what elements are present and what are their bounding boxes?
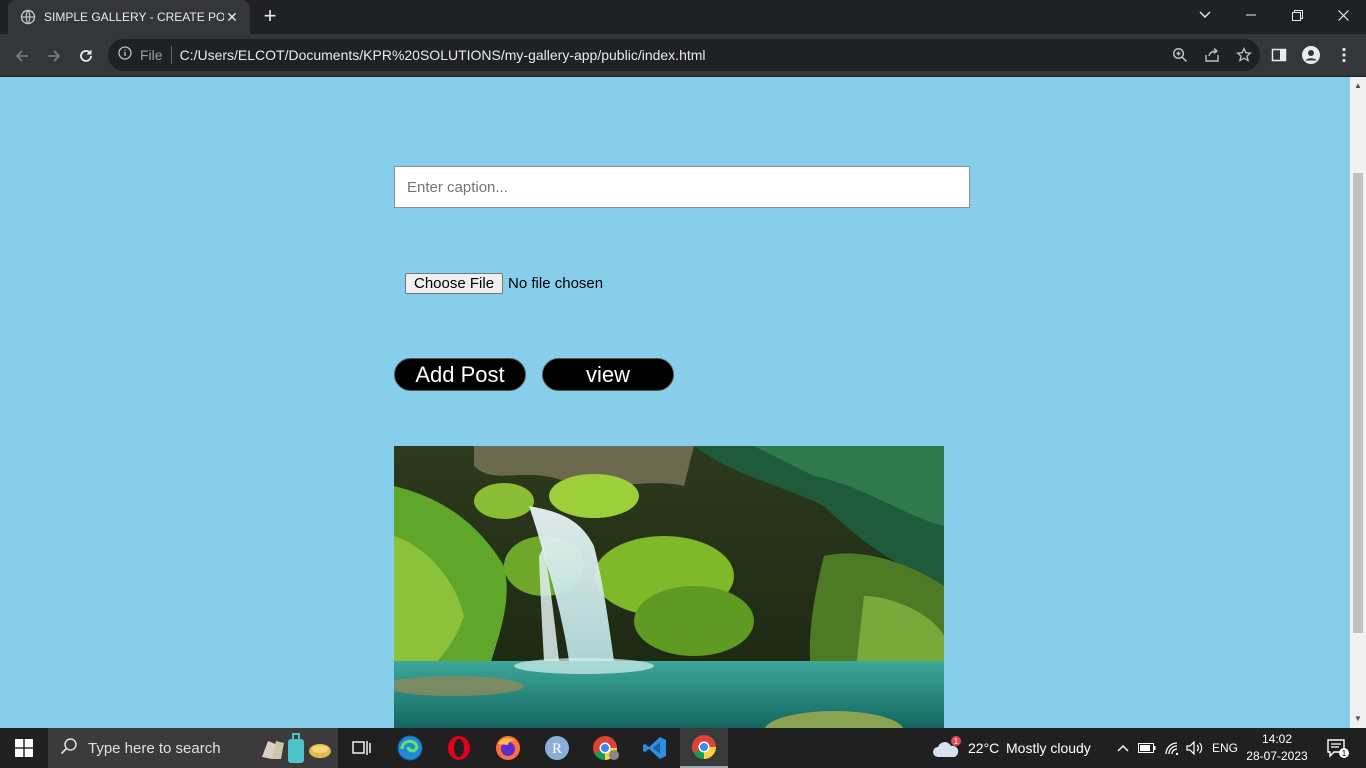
bookmark-star-icon[interactable] xyxy=(1228,39,1260,71)
globe-icon xyxy=(20,9,36,25)
search-icon xyxy=(60,737,78,760)
no-file-chosen-text: No file chosen xyxy=(508,275,604,292)
task-view-icon[interactable] xyxy=(338,728,386,768)
choose-file-button[interactable]: Choose File xyxy=(405,273,504,294)
forward-button[interactable] xyxy=(40,42,68,70)
weather-text[interactable]: Mostly cloudy xyxy=(1006,728,1091,768)
clock-time: 14:02 xyxy=(1261,732,1293,746)
tab-search-icon[interactable] xyxy=(1182,0,1228,30)
tab-title: SIMPLE GALLERY - CREATE POST xyxy=(44,10,224,24)
vertical-scrollbar[interactable]: ▲ ▼ xyxy=(1350,77,1366,728)
browser-toolbar: File C:/Users/ELCOT/Documents/KPR%20SOLU… xyxy=(0,34,1366,77)
taskbar-search-box[interactable]: Type here to search xyxy=(48,728,338,768)
search-placeholder: Type here to search xyxy=(88,739,221,757)
svg-text:1: 1 xyxy=(1342,749,1347,758)
temperature-text[interactable]: 22°C xyxy=(968,728,999,768)
opera-app-icon[interactable] xyxy=(435,728,483,768)
language-indicator[interactable]: ENG xyxy=(1212,728,1238,768)
file-label: File xyxy=(140,47,163,63)
side-panel-icon[interactable] xyxy=(1263,39,1295,71)
notification-icon[interactable]: 1 xyxy=(1318,728,1358,768)
scroll-down-icon[interactable]: ▼ xyxy=(1354,715,1362,723)
windows-taskbar: Type here to search R 1 22°C Mostly clou… xyxy=(0,728,1366,768)
address-bar[interactable]: File C:/Users/ELCOT/Documents/KPR%20SOLU… xyxy=(108,39,1260,71)
caption-input[interactable] xyxy=(394,166,970,208)
back-button[interactable] xyxy=(8,42,36,70)
page-viewport: Choose File No file chosen Add Post view xyxy=(0,77,1350,728)
edge-app-icon[interactable] xyxy=(386,728,434,768)
chrome-profile-app-icon[interactable] xyxy=(582,728,630,768)
chrome-app-icon[interactable] xyxy=(680,728,728,768)
share-icon[interactable] xyxy=(1196,39,1228,71)
add-post-button[interactable]: Add Post xyxy=(394,358,526,391)
url-text[interactable]: C:/Users/ELCOT/Documents/KPR%20SOLUTIONS… xyxy=(180,47,706,63)
minimize-button[interactable] xyxy=(1228,0,1274,30)
start-button[interactable] xyxy=(0,728,48,768)
info-icon[interactable] xyxy=(118,45,132,65)
clock-date: 28-07-2023 xyxy=(1246,749,1308,763)
svg-text:1: 1 xyxy=(954,737,959,746)
restore-button[interactable] xyxy=(1274,0,1320,30)
view-button[interactable]: view xyxy=(542,358,674,391)
firefox-app-icon[interactable] xyxy=(484,728,532,768)
new-tab-button[interactable]: + xyxy=(258,5,282,29)
volume-icon[interactable] xyxy=(1184,728,1206,768)
browser-tab[interactable]: SIMPLE GALLERY - CREATE POST ✕ xyxy=(8,0,250,34)
r-app-icon[interactable]: R xyxy=(533,728,581,768)
weather-cloud-icon[interactable]: 1 xyxy=(930,728,964,768)
close-window-button[interactable] xyxy=(1320,0,1366,30)
menu-kebab-icon[interactable] xyxy=(1328,39,1360,71)
gallery-waterfall-image xyxy=(394,446,944,728)
tab-strip: SIMPLE GALLERY - CREATE POST ✕ + xyxy=(0,0,1366,34)
zoom-icon[interactable] xyxy=(1164,39,1196,71)
show-hidden-icons-icon[interactable] xyxy=(1112,728,1134,768)
svg-text:R: R xyxy=(552,741,562,757)
scroll-thumb[interactable] xyxy=(1353,173,1363,633)
vscode-app-icon[interactable] xyxy=(631,728,679,768)
battery-icon[interactable] xyxy=(1136,728,1158,768)
close-tab-icon[interactable]: ✕ xyxy=(224,9,240,25)
separator xyxy=(170,46,172,64)
clock[interactable]: 14:02 28-07-2023 xyxy=(1244,731,1310,765)
search-highlight-icon xyxy=(258,731,332,765)
file-input[interactable]: Choose File No file chosen xyxy=(405,273,603,294)
wifi-icon[interactable] xyxy=(1160,728,1184,768)
scroll-up-icon[interactable]: ▲ xyxy=(1354,82,1362,90)
profile-icon[interactable] xyxy=(1295,39,1327,71)
reload-button[interactable] xyxy=(72,42,100,70)
